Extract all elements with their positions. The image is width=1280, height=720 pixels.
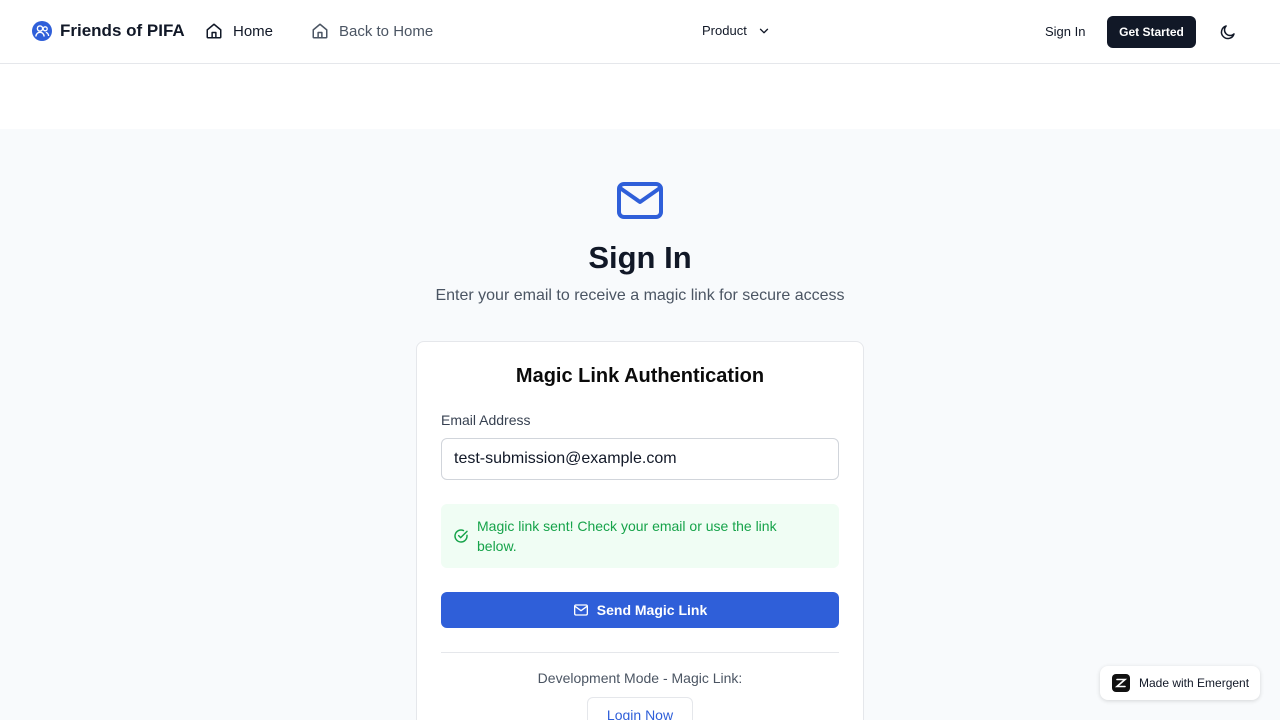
email-label: Email Address [441, 412, 531, 428]
home-icon [206, 23, 222, 39]
product-label: Product [702, 23, 747, 38]
send-magic-link-button[interactable]: Send Magic Link [441, 592, 839, 628]
brand[interactable]: Friends of PIFA [32, 21, 185, 41]
auth-card: Magic Link Authentication Email Address … [416, 341, 864, 720]
emergent-logo-icon [1112, 674, 1130, 692]
get-started-button[interactable]: Get Started [1107, 16, 1196, 48]
made-with-badge[interactable]: Made with Emergent [1100, 666, 1260, 700]
nav-back-label: Back to Home [339, 22, 434, 40]
page-title: Sign In [588, 240, 692, 275]
home-icon [312, 23, 328, 39]
dev-mode-label: Development Mode - Magic Link: [537, 670, 743, 686]
moon-icon[interactable] [1219, 23, 1237, 41]
alert-message: Magic link sent! Check your email or use… [477, 518, 777, 554]
email-input[interactable] [441, 438, 839, 480]
mail-icon [617, 182, 663, 219]
sign-in-link[interactable]: Sign In [1045, 24, 1085, 39]
send-button-label: Send Magic Link [596, 602, 708, 618]
badge-text: Made with Emergent [1139, 676, 1250, 690]
check-circle-icon [454, 529, 468, 543]
chevron-down-icon [759, 28, 768, 33]
nav-back-link[interactable]: Back to Home [311, 22, 433, 40]
card-title: Magic Link Authentication [515, 365, 765, 387]
brand-name: Friends of PIFA [60, 21, 185, 40]
top-navbar: Friends of PIFA Home Back to Home Produc… [0, 0, 1280, 64]
divider [441, 652, 839, 653]
page-subtitle: Enter your email to receive a magic link… [435, 287, 845, 304]
login-now-button[interactable]: Login Now [587, 697, 693, 720]
users-icon [32, 21, 52, 41]
nav-home-label: Home [233, 22, 274, 40]
nav-home-link[interactable]: Home [205, 22, 273, 40]
mail-icon [573, 604, 588, 616]
product-dropdown[interactable]: Product [702, 23, 771, 38]
success-alert: Magic link sent! Check your email or use… [441, 504, 839, 568]
